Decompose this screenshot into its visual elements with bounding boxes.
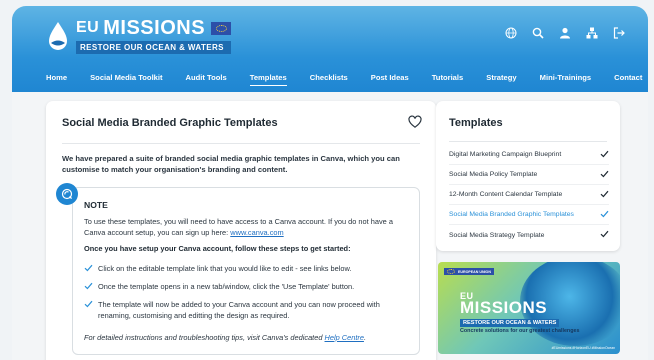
sidebar-item-social-media-policy-template[interactable]: Social Media Policy Template	[449, 165, 609, 185]
sitemap-icon[interactable]	[585, 26, 599, 40]
sidebar-item-content-calendar-template[interactable]: 12-Month Content Calendar Template	[449, 185, 609, 205]
step-text: Click on the editable template link that…	[98, 264, 352, 273]
banner-eu-text: EUROPEAN UNION	[458, 269, 491, 274]
nav-audit-tools[interactable]: Audit Tools	[186, 73, 227, 85]
language-icon[interactable]	[504, 26, 518, 40]
nav-strategy[interactable]: Strategy	[486, 73, 516, 85]
nav-mini-trainings[interactable]: Mini-Trainings	[540, 73, 591, 85]
sidebar-list: Digital Marketing Campaign Blueprint Soc…	[449, 145, 609, 245]
banner-tagline: Concrete solutions for our greatest chal…	[460, 328, 580, 334]
sidebar-title: Templates	[449, 117, 503, 129]
logout-icon[interactable]	[612, 26, 626, 40]
favorite-heart-icon[interactable]	[408, 115, 422, 129]
nav-home[interactable]: Home	[46, 73, 67, 85]
intro-text: We have prepared a suite of branded soci…	[62, 154, 400, 174]
sidebar-item-label: Social Media Policy Template	[449, 171, 538, 178]
nav-social-media-toolkit[interactable]: Social Media Toolkit	[90, 73, 162, 85]
page-frame: EU MISSIONS RESTORE OUR OCEAN & WATERS H…	[12, 6, 648, 360]
site-logo[interactable]: EU MISSIONS RESTORE OUR OCEAN & WATERS	[46, 17, 232, 54]
check-icon	[600, 170, 609, 180]
check-icon	[600, 150, 609, 160]
logo-eu-text: EU	[76, 19, 100, 36]
nav-tutorials[interactable]: Tutorials	[432, 73, 464, 85]
note-paragraph: To use these templates, you will need to…	[84, 216, 410, 238]
check-icon	[600, 230, 609, 240]
banner-hashtags: #EUmissions #HorizonEU #MissionOcean	[551, 346, 615, 350]
nav-post-ideas[interactable]: Post Ideas	[371, 73, 409, 85]
templates-sidebar: Templates Digital Marketing Campaign Blu…	[436, 101, 620, 251]
note-subheading: Once you have setup your Canva account, …	[84, 244, 351, 253]
sidebar-item-branded-graphic-templates[interactable]: Social Media Branded Graphic Templates	[449, 205, 609, 225]
header-tools	[504, 26, 626, 40]
eu-missions-banner[interactable]: EUROPEAN UNION EU MISSIONS RESTORE OUR O…	[438, 262, 620, 354]
note-box: NOTE To use these templates, you will ne…	[72, 187, 420, 355]
banner-title: EU MISSIONS	[460, 292, 548, 317]
nav-contact[interactable]: Contact	[614, 73, 642, 85]
page-title: Social Media Branded Graphic Templates	[62, 117, 278, 129]
title-divider	[62, 143, 420, 144]
note-footer-text: For detailed instructions and troublesho…	[84, 333, 325, 342]
note-footer: For detailed instructions and troublesho…	[84, 333, 366, 342]
banner-subtitle: RESTORE OUR OCEAN & WATERS	[460, 319, 560, 327]
canva-link[interactable]: www.canva.com	[230, 228, 283, 237]
search-icon[interactable]	[531, 26, 545, 40]
note-title: NOTE	[84, 200, 108, 210]
check-icon	[600, 210, 609, 220]
sidebar-item-label: Digital Marketing Campaign Blueprint	[449, 151, 562, 158]
eu-flag-icon	[447, 269, 455, 274]
logo-subtitle: RESTORE OUR OCEAN & WATERS	[76, 41, 232, 54]
sidebar-item-label: 12-Month Content Calendar Template	[449, 191, 563, 198]
step-text: Once the template opens in a new tab/win…	[98, 282, 355, 291]
site-header: EU MISSIONS RESTORE OUR OCEAN & WATERS H…	[12, 6, 648, 92]
sidebar-item-label: Social Media Strategy Template	[449, 231, 545, 239]
check-icon	[84, 263, 98, 275]
note-footer-end: .	[363, 333, 367, 342]
nav-templates[interactable]: Templates	[249, 73, 287, 86]
info-badge-icon	[56, 183, 78, 205]
help-centre-link[interactable]: Help Centre	[325, 333, 364, 342]
main-nav: Home Social Media Toolkit Audit Tools Te…	[12, 68, 648, 90]
list-item: Once the template opens in a new tab/win…	[84, 281, 414, 293]
steps-list: Click on the editable template link that…	[84, 263, 414, 327]
user-icon[interactable]	[558, 26, 572, 40]
eu-flag-icon	[211, 21, 232, 35]
water-drop-icon	[46, 21, 70, 51]
sidebar-item-digital-marketing-campaign-blueprint[interactable]: Digital Marketing Campaign Blueprint	[449, 145, 609, 165]
main-card: Social Media Branded Graphic Templates W…	[46, 101, 436, 360]
sidebar-item-label: Social Media Branded Graphic Templates	[449, 211, 574, 218]
list-item: The template will now be added to your C…	[84, 299, 414, 321]
step-text: The template will now be added to your C…	[98, 300, 380, 320]
sidebar-divider	[449, 141, 607, 142]
check-icon	[84, 281, 98, 293]
logo-missions-text: MISSIONS	[103, 17, 206, 39]
check-icon	[600, 190, 609, 200]
nav-checklists[interactable]: Checklists	[310, 73, 348, 85]
banner-eu-label: EUROPEAN UNION	[444, 268, 494, 275]
sidebar-item-social-media-strategy-template[interactable]: Social Media Strategy Template	[449, 225, 609, 245]
check-icon	[84, 299, 98, 321]
list-item: Click on the editable template link that…	[84, 263, 414, 275]
banner-missions: MISSIONS	[460, 298, 548, 317]
